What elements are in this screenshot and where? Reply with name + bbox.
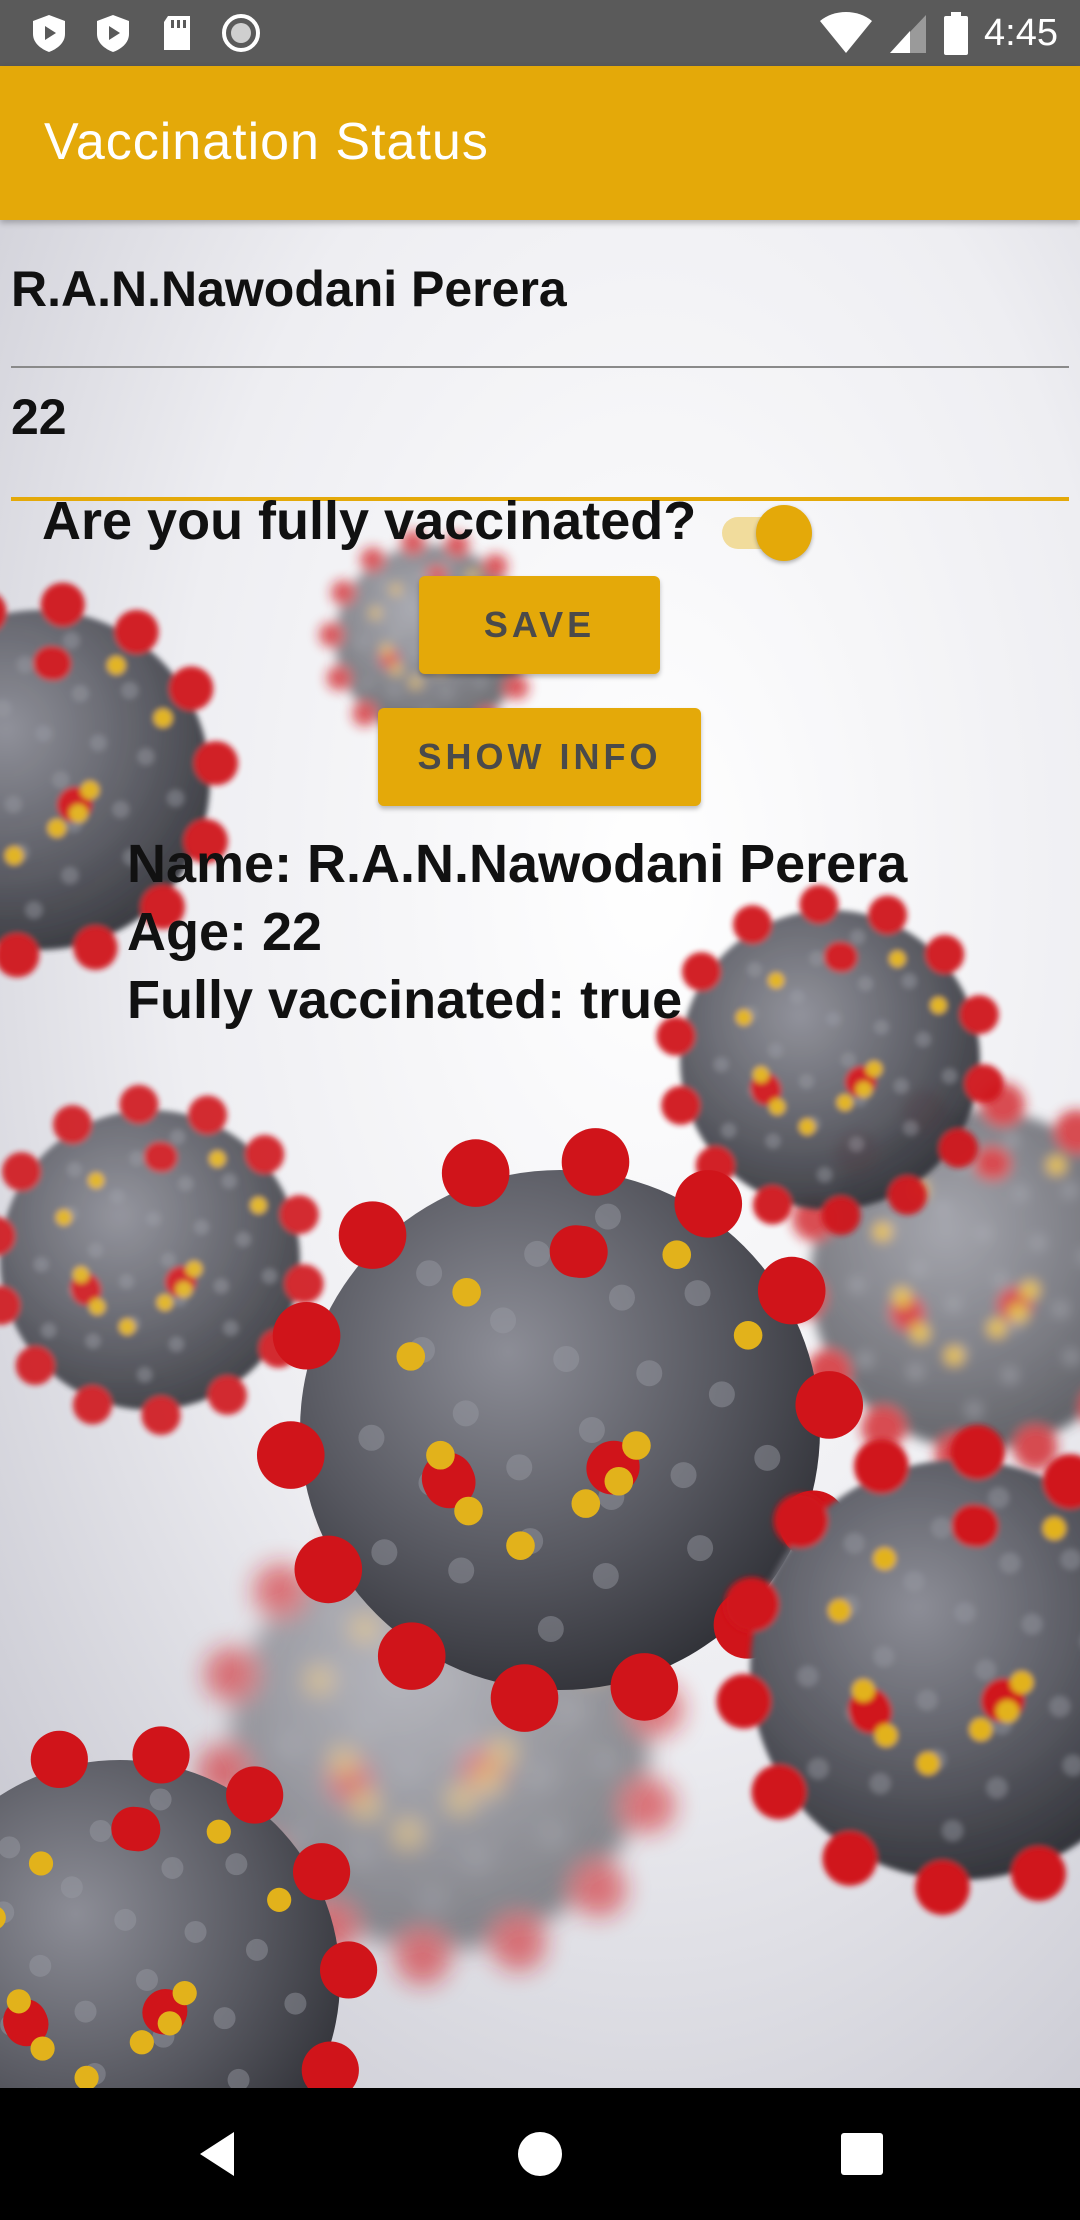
app-bar: Vaccination Status bbox=[0, 66, 1080, 220]
vaccinated-question-label: Are you fully vaccinated? bbox=[42, 491, 697, 551]
name-field[interactable]: R.A.N.Nawodani Perera bbox=[11, 260, 1069, 368]
battery-icon bbox=[944, 12, 969, 55]
switch-thumb bbox=[756, 505, 812, 561]
name-input[interactable]: R.A.N.Nawodani Perera bbox=[11, 260, 567, 318]
back-icon[interactable] bbox=[190, 2124, 250, 2184]
vaccinated-switch[interactable] bbox=[722, 495, 812, 565]
home-icon[interactable] bbox=[510, 2124, 570, 2184]
navigation-bar bbox=[0, 2088, 1080, 2220]
save-button[interactable]: SAVE bbox=[419, 576, 660, 674]
info-vaccinated-text: Fully vaccinated: true bbox=[127, 970, 683, 1030]
age-field[interactable]: 22 bbox=[11, 388, 1069, 501]
signal-icon bbox=[890, 15, 927, 53]
info-age-text: Age: 22 bbox=[127, 902, 323, 962]
info-output: Name: R.A.N.Nawodani Perera Age: 22 Full… bbox=[127, 830, 907, 1034]
wifi-icon bbox=[820, 12, 873, 53]
sd-card-icon bbox=[164, 16, 190, 50]
status-bar-system: 4:45 bbox=[818, 8, 1058, 58]
shield-play-icon bbox=[97, 15, 129, 52]
age-input[interactable]: 22 bbox=[11, 388, 67, 446]
name-underline bbox=[11, 366, 1069, 368]
info-name-text: Name: R.A.N.Nawodani Perera bbox=[127, 834, 908, 894]
shield-play-icon bbox=[33, 15, 65, 52]
recents-icon[interactable] bbox=[832, 2124, 892, 2184]
status-bar: 4:45 bbox=[0, 0, 1080, 66]
app-title: Vaccination Status bbox=[44, 113, 489, 171]
status-bar-time: 4:45 bbox=[984, 12, 1058, 54]
circle-record-icon bbox=[222, 14, 260, 52]
status-bar-notifications bbox=[28, 12, 262, 54]
show-info-button[interactable]: SHOW INFO bbox=[378, 708, 701, 806]
